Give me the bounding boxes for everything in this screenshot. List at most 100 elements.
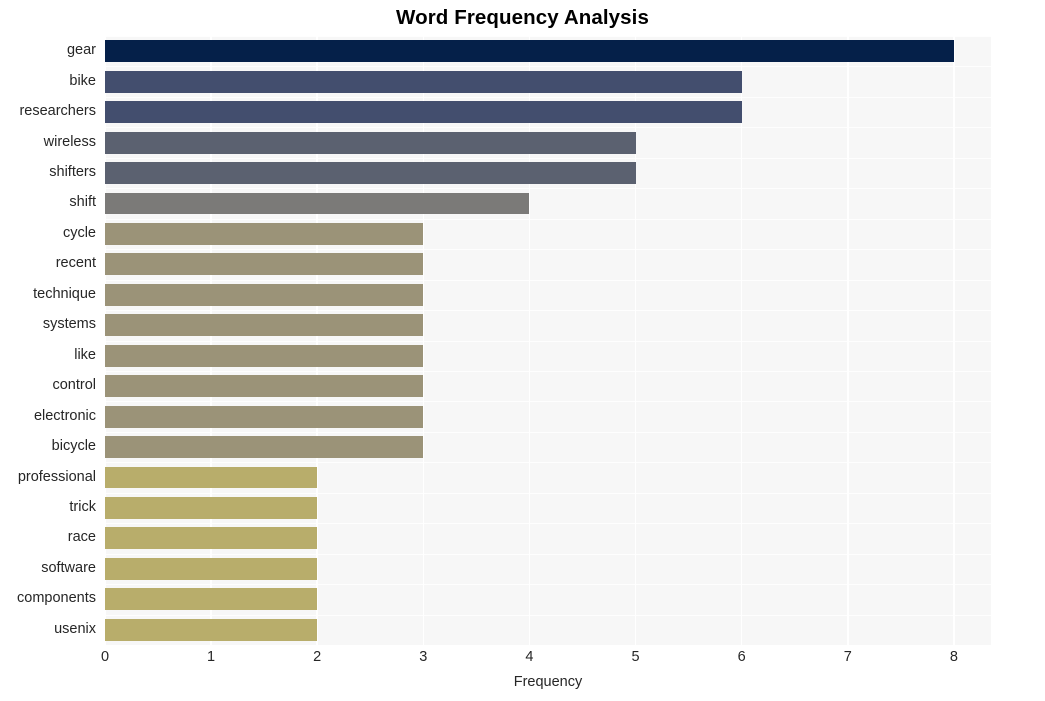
bar-software[interactable] [105,557,318,580]
x-tick-label-2: 2 [313,649,322,665]
gridline-horizontal [105,584,991,585]
x-tick-label-6: 6 [737,649,746,665]
y-tick-label-components: components [17,590,96,607]
y-tick-label-shift: shift [69,194,96,211]
gridline-horizontal [105,158,991,159]
x-tick-label-1: 1 [207,649,216,665]
gridline-vertical [846,36,849,645]
bar-recent[interactable] [105,253,424,276]
bar-professional[interactable] [105,466,318,489]
bar-systems[interactable] [105,314,424,337]
bar-row [105,162,991,184]
gridline-horizontal [105,188,991,189]
bar-control[interactable] [105,375,424,398]
y-tick-label-cycle: cycle [62,224,96,241]
x-axis-tick-labels: 0 1 2 3 4 5 6 7 8 [101,649,991,673]
gridline-horizontal [105,127,991,128]
bar-row [105,314,991,337]
bar-row [105,466,991,489]
gridline-horizontal [105,371,991,372]
bar-row [105,283,991,306]
bar-row [105,253,991,276]
gridline-vertical [740,36,743,645]
bar-row [105,557,991,580]
x-tick-label-0: 0 [100,649,110,665]
y-tick-label-systems: systems [42,316,96,333]
gridline-horizontal [105,36,991,37]
bar-shifters[interactable] [105,162,636,184]
gridline-horizontal [105,280,991,281]
gridline-horizontal [105,249,991,250]
x-tick-label-5: 5 [631,649,640,665]
gridline-vertical [316,36,318,645]
x-tick-label-8: 8 [949,649,958,665]
bar-row [105,344,991,367]
bar-cycle[interactable] [105,222,424,245]
bar-row [105,70,991,93]
gridline-horizontal [105,401,991,402]
bar-row [105,375,991,398]
x-tick-label-3: 3 [419,649,428,665]
bar-like[interactable] [105,344,424,367]
word-frequency-chart-figure: Word Frequency Analysis gear bike research… [0,0,1045,701]
y-tick-label-shifters: shifters [49,164,96,181]
y-tick-label-gear: gear [66,42,96,59]
bar-usenix[interactable] [105,618,318,641]
gridline-vertical [634,36,637,645]
y-axis-tick-labels: gear bike researchers wireless shifters shift… [0,36,96,645]
bar-row [105,405,991,428]
bar-gear[interactable] [105,40,954,63]
gridline-horizontal [105,66,991,67]
gridline-horizontal [105,219,991,220]
bar-row [105,436,991,459]
x-tick-label-4: 4 [525,649,534,665]
gridline-horizontal [105,615,991,616]
bar-technique[interactable] [105,283,424,306]
bar-race[interactable] [105,527,318,550]
y-tick-label-wireless: wireless [43,133,96,150]
bar-trick[interactable] [105,497,318,519]
bar-row [105,222,991,245]
gridline-horizontal [105,462,991,463]
bar-electronic[interactable] [105,405,424,428]
gridline-horizontal [105,554,991,555]
bar-wireless[interactable] [105,131,636,154]
y-tick-label-software: software [41,559,96,576]
y-tick-label-like: like [74,346,96,363]
gridline-horizontal [105,523,991,524]
y-tick-label-electronic: electronic [33,407,96,424]
gridline-vertical [422,36,425,645]
gridline-horizontal [105,341,991,342]
bar-row [105,192,991,215]
bar-researchers[interactable] [105,101,742,124]
bar-row [105,588,991,611]
y-tick-label-race: race [67,529,96,546]
bar-row [105,618,991,641]
y-tick-label-researchers: researchers [19,103,96,120]
gridline-horizontal [105,432,991,433]
gridline-vertical [210,36,212,645]
y-tick-label-usenix: usenix [54,620,96,637]
gridline-vertical [953,36,955,645]
page-title: Word Frequency Analysis [396,6,649,29]
plot-area [105,36,991,645]
bar-row [105,40,991,63]
y-tick-label-professional: professional [17,468,96,485]
bar-components[interactable] [105,588,318,611]
gridline-horizontal [105,493,991,494]
bar-row [105,497,991,519]
y-tick-label-recent: recent [55,255,96,272]
gridline-vertical [528,36,531,645]
gridline-horizontal [105,97,991,98]
bar-row [105,527,991,550]
bar-row [105,101,991,124]
bar-bicycle[interactable] [105,436,424,459]
y-tick-label-control: control [52,377,96,394]
gridline-horizontal [105,310,991,311]
y-tick-label-trick: trick [69,498,96,515]
gridline-vertical [105,36,106,645]
bar-shift[interactable] [105,192,530,215]
bar-bike[interactable] [105,70,742,93]
y-tick-label-bike: bike [69,72,96,89]
bar-row [105,131,991,154]
